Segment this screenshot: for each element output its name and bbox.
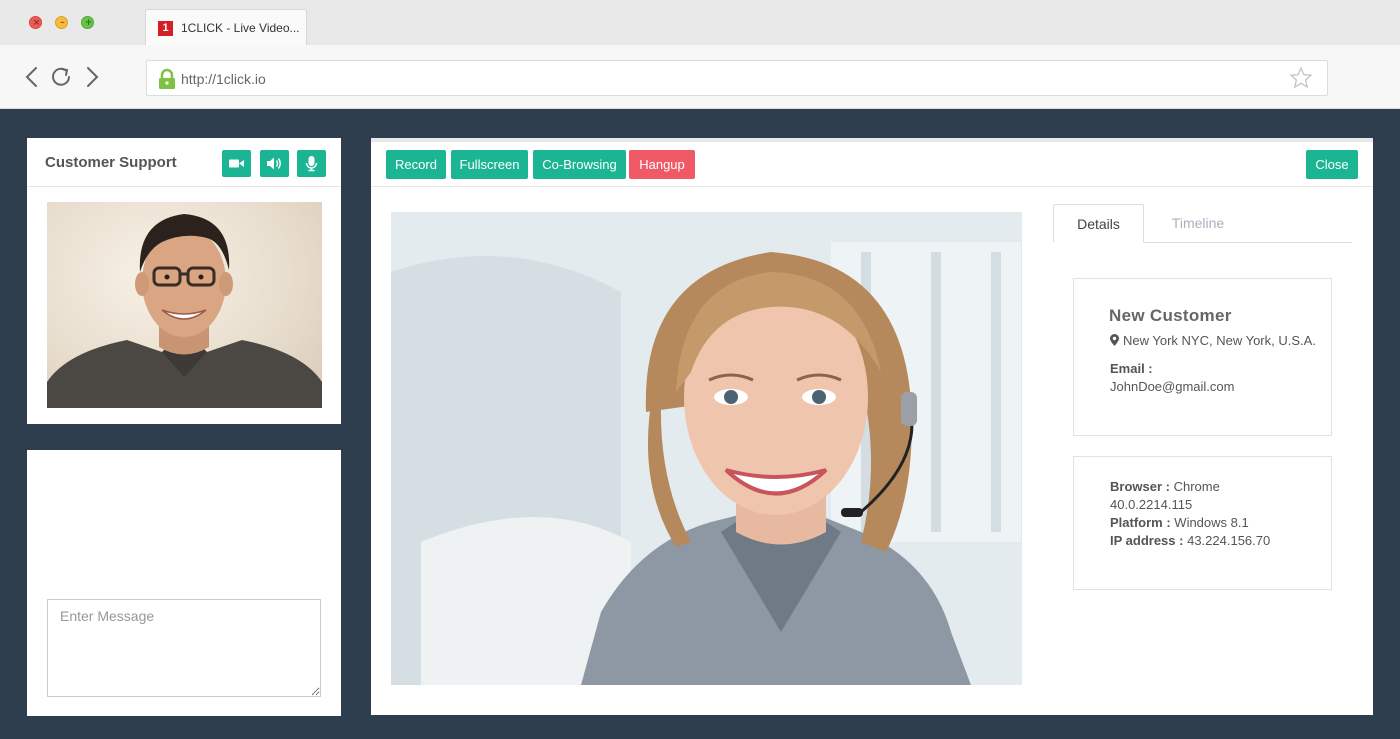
details-tabs: Details Timeline [1053, 204, 1352, 243]
message-input[interactable] [47, 599, 321, 697]
window-minimize-button[interactable]: – [55, 16, 68, 29]
agent-portrait [47, 214, 322, 408]
ip-label: IP address : [1110, 533, 1184, 548]
chat-message-panel [27, 450, 341, 716]
browser-version: 40.0.2214.115 [1110, 497, 1193, 512]
hangup-button[interactable]: Hangup [629, 150, 695, 179]
co-browsing-button[interactable]: Co-Browsing [533, 150, 626, 179]
forward-arrow-icon[interactable] [79, 64, 105, 90]
tab-timeline[interactable]: Timeline [1153, 204, 1243, 243]
platform-info-line: Platform : Windows 8.1 [1110, 515, 1249, 530]
microphone-toggle-button[interactable] [297, 150, 326, 177]
ip-value: 43.224.156.70 [1187, 533, 1271, 548]
tab-title: 1CLICK - Live Video... [181, 21, 300, 35]
tab-details[interactable]: Details [1053, 204, 1144, 243]
speaker-icon [267, 157, 281, 170]
url-text: http://1click.io [181, 71, 266, 87]
bookmark-star-icon[interactable] [1289, 66, 1313, 90]
record-button[interactable]: Record [386, 150, 446, 179]
close-button[interactable]: Close [1306, 150, 1358, 179]
customer-location: New York NYC, New York, U.S.A. [1110, 333, 1316, 348]
favicon-icon: 1 [158, 21, 173, 36]
back-arrow-icon[interactable] [19, 64, 45, 90]
ip-info-line: IP address : 43.224.156.70 [1110, 533, 1270, 548]
reload-icon[interactable] [49, 64, 75, 90]
address-bar[interactable]: http://1click.io [146, 60, 1328, 96]
browser-info-line: Browser : Chrome [1110, 479, 1220, 494]
browser-tab[interactable]: 1 1CLICK - Live Video... [145, 9, 307, 45]
support-panel-title: Customer Support [45, 154, 177, 171]
microphone-icon [305, 156, 318, 172]
map-pin-icon [1110, 334, 1119, 346]
email-label: Email : [1110, 361, 1153, 376]
platform-value: Windows 8.1 [1174, 515, 1249, 530]
speaker-toggle-button[interactable] [260, 150, 289, 177]
call-toolbar: Record Fullscreen Co-Browsing Hangup Clo… [371, 142, 1373, 187]
window-maximize-button[interactable]: + [81, 16, 94, 29]
customer-video-feed [391, 212, 1022, 685]
customer-location-text: New York NYC, New York, U.S.A. [1123, 333, 1316, 348]
platform-label: Platform : [1110, 515, 1171, 530]
system-info-card: Browser : Chrome 40.0.2214.115 Platform … [1073, 456, 1332, 590]
lock-icon [159, 68, 175, 89]
video-toggle-button[interactable] [222, 150, 251, 177]
video-call-panel: Record Fullscreen Co-Browsing Hangup Clo… [371, 138, 1373, 715]
customer-support-panel: Customer Support [27, 138, 341, 424]
browser-toolbar: http://1click.io [0, 45, 1400, 109]
window-close-button[interactable]: × [29, 16, 42, 29]
browser-titlebar: × – + 1 1CLICK - Live Video... [0, 0, 1400, 45]
customer-info-card: New Customer New York NYC, New York, U.S… [1073, 278, 1332, 436]
customer-email: JohnDoe@gmail.com [1110, 379, 1235, 394]
browser-value: Chrome [1173, 479, 1220, 494]
customer-name: New Customer [1109, 306, 1232, 325]
agent-video-preview [47, 202, 322, 408]
support-panel-header: Customer Support [27, 138, 341, 187]
customer-portrait [391, 212, 1022, 685]
browser-label: Browser : [1110, 479, 1170, 494]
fullscreen-button[interactable]: Fullscreen [451, 150, 528, 179]
video-camera-icon [229, 159, 244, 168]
